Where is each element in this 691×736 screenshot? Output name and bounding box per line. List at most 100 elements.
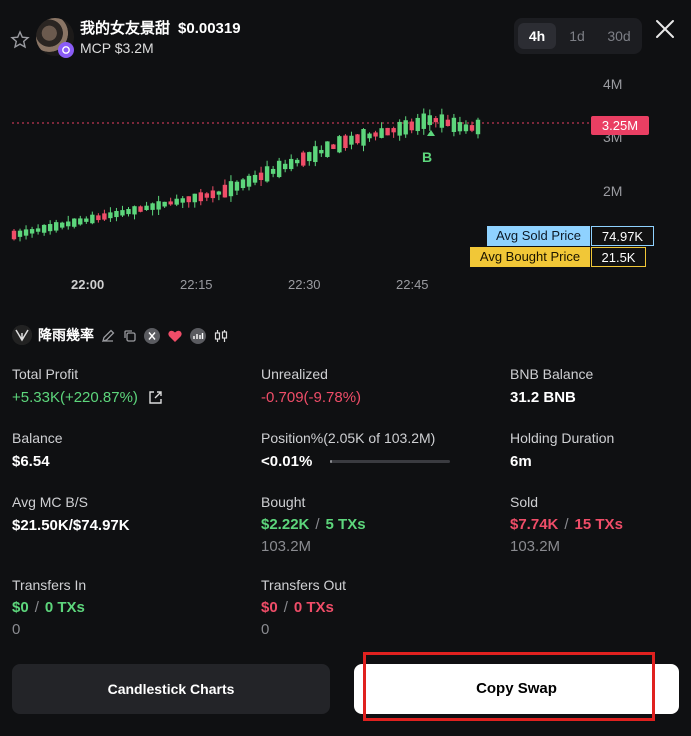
chain-badge-icon: [58, 42, 74, 58]
candle-body: [11, 230, 17, 240]
sold-value: $7.74K / 15 TXs: [510, 516, 623, 533]
highlight-box: [363, 652, 655, 721]
candle-body: [246, 175, 252, 187]
close-icon[interactable]: [654, 18, 676, 40]
candle-body: [421, 113, 426, 129]
candle-body: [451, 117, 457, 132]
candle-body: [174, 198, 179, 205]
transfers-in-separator: /: [34, 599, 39, 616]
candle-body: [282, 163, 288, 170]
sold-amount: 103.2M: [510, 538, 561, 555]
buy-marker-label: B: [422, 149, 432, 165]
candle-body: [343, 135, 348, 149]
candle-body: [313, 146, 318, 163]
total-profit-value: +5.33K(+220.87%): [12, 389, 138, 406]
sold-label: Sold: [510, 494, 539, 510]
candle-body: [288, 158, 294, 170]
candle-body: [138, 206, 143, 212]
token-title: 我的女友景甜 $0.00319: [80, 17, 241, 38]
position-label: Position%(2.05K of 103.2M): [261, 430, 436, 446]
candle-body: [301, 152, 306, 166]
bought-value: $2.22K / 5 TXs: [261, 516, 366, 533]
x-tick-label: 22:45: [396, 277, 429, 292]
avg-sold-price-label: Avg Sold Price: [487, 226, 590, 246]
candle-body: [108, 212, 113, 219]
candlestick-charts-button[interactable]: Candlestick Charts: [12, 664, 330, 714]
star-icon[interactable]: [10, 30, 30, 50]
heart-icon[interactable]: [167, 328, 183, 344]
bought-amount: 103.2M: [261, 538, 312, 555]
candle-body: [379, 128, 384, 138]
position-value: <0.01%: [261, 453, 313, 470]
avg-mc-value: $21.50K/$74.97K: [12, 517, 130, 534]
holding-duration-label: Holding Duration: [510, 430, 615, 446]
candle-body: [29, 229, 35, 234]
x-twitter-icon[interactable]: [144, 328, 160, 344]
candle-body: [349, 135, 354, 145]
external-link-icon[interactable]: [147, 389, 164, 406]
timeframe-1d[interactable]: 1d: [558, 23, 596, 49]
candle-body: [385, 127, 390, 136]
trader-avatar: [12, 325, 32, 345]
position-progress-fill: [330, 460, 332, 463]
current-price-tag: 3.25M: [591, 116, 649, 135]
candle-body: [156, 201, 161, 210]
candle-body: [23, 229, 29, 236]
bnb-balance-value: 31.2 BNB: [510, 389, 576, 406]
transfers-out-label: Transfers Out: [261, 577, 347, 593]
timeframe-selector: 4h 1d 30d: [514, 18, 642, 54]
candle-body: [409, 121, 414, 131]
candle-body: [72, 218, 77, 227]
candle-body: [60, 222, 65, 228]
unrealized-value: -0.709(-9.78%): [261, 389, 362, 406]
bought-separator: /: [315, 516, 320, 533]
token-name: 我的女友景甜: [80, 20, 171, 37]
candle-body: [66, 221, 71, 227]
bought-label: Bought: [261, 494, 306, 510]
copy-icon[interactable]: [122, 328, 138, 344]
avg-sold-price-value: 74.97K: [591, 226, 654, 246]
transfers-in-txs: 0 TXs: [44, 599, 85, 616]
candle-body: [373, 132, 378, 137]
candle-body: [180, 198, 185, 203]
transfers-out-usd: $0: [261, 599, 278, 616]
candle-body: [337, 136, 342, 153]
candle-body: [168, 201, 173, 205]
bought-txs: 5 TXs: [325, 516, 366, 533]
position-progress-bar: [330, 460, 450, 463]
candle-body: [216, 191, 222, 195]
unrealized-label: Unrealized: [261, 366, 328, 382]
candle-body: [252, 174, 258, 183]
avg-bought-price-value: 21.5K: [591, 247, 646, 267]
candle-body: [228, 181, 234, 197]
transfers-out-value: $0 / 0 TXs: [261, 599, 334, 616]
candle-body: [114, 210, 119, 218]
candle-body: [270, 168, 276, 174]
x-tick-label: 22:30: [288, 277, 321, 292]
candle-body: [35, 228, 41, 232]
candle-body: [325, 141, 330, 157]
candle-body: [210, 190, 216, 199]
candle-body: [264, 166, 270, 182]
y-tick-label: 4M: [603, 76, 622, 92]
candle-body: [90, 214, 95, 224]
transfers-in-usd: $0: [12, 599, 29, 616]
candle-body: [144, 205, 149, 211]
candle-body: [96, 215, 101, 221]
candle-body: [47, 224, 53, 232]
candle-body: [331, 144, 336, 149]
candle-body: [319, 149, 324, 154]
y-axis: 4M 3M 2M: [603, 76, 622, 199]
candle-body: [186, 196, 191, 203]
bought-usd: $2.22K: [261, 516, 310, 533]
timeframe-4h[interactable]: 4h: [518, 23, 556, 49]
balance-label: Balance: [12, 430, 63, 446]
analytics-icon[interactable]: [190, 328, 206, 344]
bnb-balance-label: BNB Balance: [510, 366, 594, 382]
timeframe-30d[interactable]: 30d: [598, 23, 640, 49]
candle-body: [276, 160, 282, 178]
candle-body: [126, 209, 131, 215]
edit-icon[interactable]: [100, 328, 116, 344]
candlestick-icon[interactable]: [213, 328, 229, 344]
transfers-in-amount: 0: [12, 621, 21, 638]
